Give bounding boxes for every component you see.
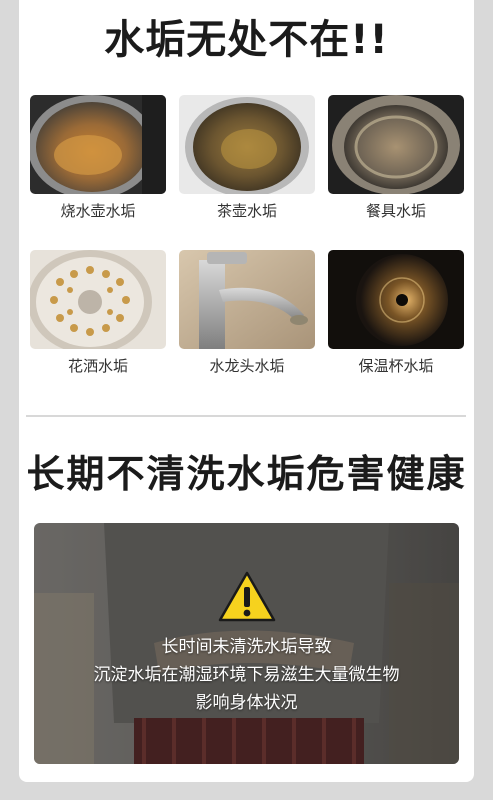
health-heading: 长期不清洗水垢危害健康 <box>26 452 467 496</box>
content-card: 水垢无处不在!! 烧水壶水垢 茶壶水垢 餐具水垢 花洒水垢 水龙头水垢 保温杯水… <box>19 0 474 782</box>
teapot-scale-photo <box>179 95 315 194</box>
warning-line-1: 长时间未清洗水垢导致 <box>161 637 332 657</box>
tableware-scale-photo <box>328 95 464 194</box>
warning-line-2: 沉淀水垢在潮湿环境下易滋生大量微生物 <box>93 665 400 685</box>
caption-faucet: 水龙头水垢 <box>209 357 285 375</box>
caption-shower-head: 花洒水垢 <box>67 357 128 375</box>
page-title: 水垢无处不在!! <box>104 17 389 63</box>
shower-head-scale-photo <box>30 250 166 349</box>
warning-triangle-icon <box>218 571 276 622</box>
caption-teapot: 茶壶水垢 <box>216 202 277 220</box>
kettle-scale-photo <box>30 95 166 194</box>
thermos-scale-photo <box>328 250 464 349</box>
faucet-scale-photo <box>179 250 315 349</box>
caption-thermos: 保温杯水垢 <box>358 357 434 375</box>
health-warning-panel: 长时间未清洗水垢导致 沉淀水垢在潮湿环境下易滋生大量微生物 影响身体状况 <box>34 523 459 764</box>
caption-kettle: 烧水壶水垢 <box>60 202 136 220</box>
caption-tableware: 餐具水垢 <box>365 202 426 220</box>
warning-line-3: 影响身体状况 <box>195 693 298 713</box>
section-divider <box>26 415 466 417</box>
